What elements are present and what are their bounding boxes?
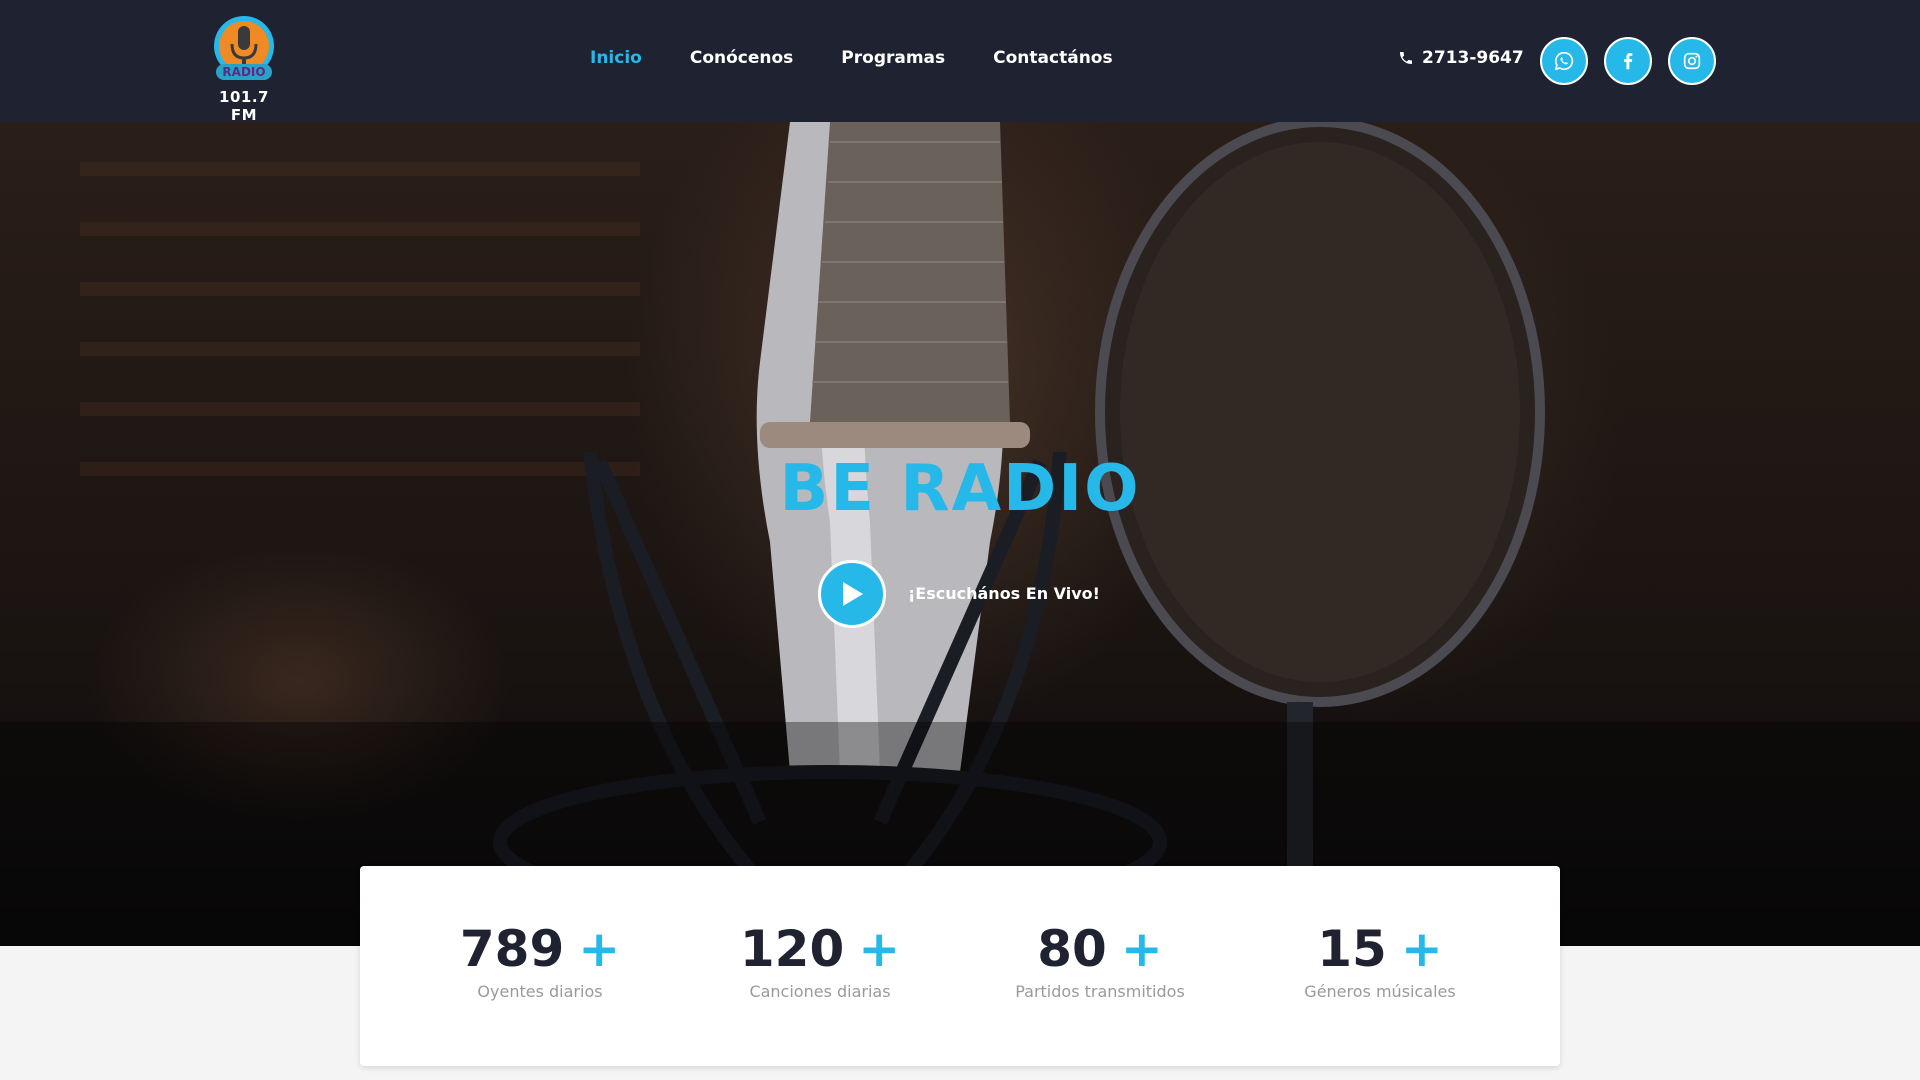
phone-icon xyxy=(1400,52,1412,64)
stat-label: Oyentes diarios xyxy=(477,982,603,1001)
studio-microphone-illustration xyxy=(0,122,1920,946)
nav-item-contactanos[interactable]: Contactános xyxy=(993,48,1112,68)
nav-item-inicio[interactable]: Inicio xyxy=(590,48,642,68)
live-label: ¡Escuchános En Vivo! xyxy=(908,584,1100,603)
phone-contact[interactable]: 2713-9647 xyxy=(1398,48,1524,68)
svg-text:RADIO: RADIO xyxy=(222,65,265,79)
stat-item: 15 + Géneros músicales xyxy=(1240,924,1520,1001)
nav-item-programas[interactable]: Programas xyxy=(841,48,945,68)
hero-section: BE RADIO ¡Escuchános En Vivo! xyxy=(0,122,1920,946)
stat-label: Canciones diarias xyxy=(749,982,891,1001)
logo[interactable]: RADIO 101.7 FM xyxy=(204,14,284,124)
stat-value: 80 xyxy=(1037,920,1107,978)
stat-value: 120 xyxy=(739,920,845,978)
nav-item-conocenos[interactable]: Conócenos xyxy=(690,48,793,68)
stat-value: 789 xyxy=(459,920,565,978)
microphone-logo-icon: RADIO xyxy=(214,16,274,80)
main-nav: Inicio Conócenos Programas Contactános xyxy=(590,48,1113,68)
whatsapp-icon xyxy=(1554,51,1574,71)
play-icon xyxy=(843,582,863,606)
stat-item: 80 + Partidos transmitidos xyxy=(960,924,1240,1001)
stat-plus: + xyxy=(1120,920,1163,978)
stat-value: 15 xyxy=(1317,920,1387,978)
hero-title: BE RADIO xyxy=(779,452,1141,526)
logo-frequency: 101.7 FM xyxy=(219,88,269,124)
stat-item: 120 + Canciones diarias xyxy=(680,924,960,1001)
facebook-button[interactable] xyxy=(1604,37,1652,85)
stats-card: 789 + Oyentes diarios 120 + Canciones diar… xyxy=(360,866,1560,1066)
stat-plus: + xyxy=(858,920,901,978)
facebook-icon xyxy=(1623,53,1633,70)
site-header: RADIO 101.7 FM Inicio Conócenos Programa… xyxy=(0,0,1920,124)
whatsapp-button[interactable] xyxy=(1540,37,1588,85)
instagram-button[interactable] xyxy=(1668,37,1716,85)
stat-label: Géneros músicales xyxy=(1304,982,1456,1001)
stat-plus: + xyxy=(578,920,621,978)
stat-label: Partidos transmitidos xyxy=(1015,982,1185,1001)
stat-plus: + xyxy=(1400,920,1443,978)
instagram-icon xyxy=(1683,52,1701,70)
phone-number: 2713-9647 xyxy=(1422,48,1524,68)
stat-item: 789 + Oyentes diarios xyxy=(400,924,680,1001)
play-button[interactable] xyxy=(818,560,886,628)
